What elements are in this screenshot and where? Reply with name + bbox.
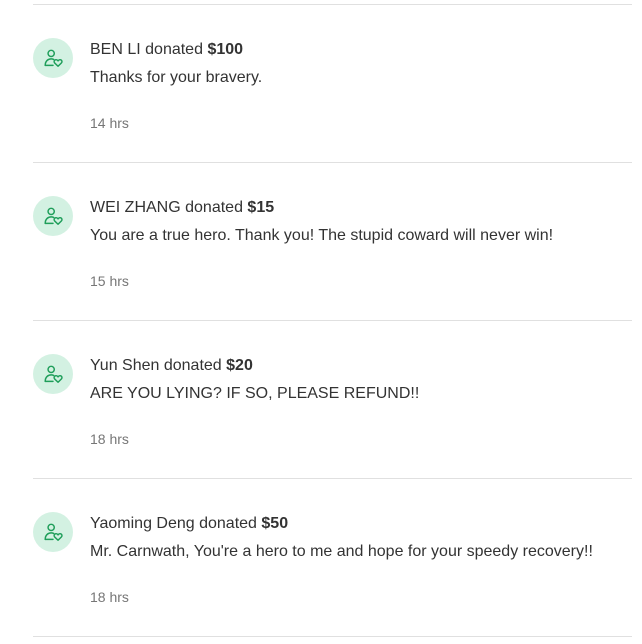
donor-avatar: [33, 512, 73, 552]
donated-verb: donated: [185, 199, 243, 216]
donation-message: Thanks for your bravery.: [90, 69, 263, 86]
donation-amount: $15: [247, 199, 275, 216]
donation-time: 18 hrs: [90, 431, 129, 447]
donation-headline: Yaoming Deng donated $50: [90, 514, 288, 534]
donor-avatar: [33, 196, 73, 236]
divider: [33, 636, 632, 637]
donation-amount: $100: [207, 41, 244, 58]
donated-verb: donated: [199, 515, 257, 532]
donation-headline: Yun Shen donated $20: [90, 356, 253, 376]
donation-time: 15 hrs: [90, 273, 129, 289]
donor-avatar: [33, 38, 73, 78]
donated-verb: donated: [145, 41, 203, 58]
donation-amount: $20: [226, 357, 253, 374]
donation-message: Mr. Carnwath, You're a hero to me and ho…: [90, 543, 593, 560]
donation-item: Yaoming Deng donated $50 Mr. Carnwath, Y…: [0, 478, 642, 636]
donation-amount: $50: [261, 515, 289, 532]
donation-headline: WEI ZHANG donated $15: [90, 198, 274, 218]
donation-time: 14 hrs: [90, 115, 129, 131]
donation-message: You are a true hero. Thank you! The stup…: [90, 227, 554, 244]
donor-name: WEI ZHANG: [90, 199, 181, 216]
donor-name: Yaoming Deng: [90, 515, 195, 532]
donations-feed: BEN LI donated $100 Thanks for your brav…: [0, 0, 642, 644]
donated-verb: donated: [163, 357, 222, 374]
user-heart-icon: [44, 523, 63, 541]
user-heart-icon: [44, 207, 63, 225]
donation-item: Yun Shen donated $20 ARE YOU LYING? IF S…: [0, 320, 642, 478]
donor-avatar: [33, 354, 73, 394]
user-heart-icon: [44, 365, 63, 383]
donation-message: ARE YOU LYING? IF SO, PLEASE REFUND!!: [90, 385, 420, 402]
donor-name: BEN LI: [90, 41, 141, 58]
donation-item: WEI ZHANG donated $15 You are a true her…: [0, 162, 642, 320]
donation-headline: BEN LI donated $100: [90, 40, 243, 60]
donation-time: 18 hrs: [90, 589, 129, 605]
donor-name: Yun Shen: [90, 357, 160, 374]
user-heart-icon: [44, 49, 63, 67]
donation-item: BEN LI donated $100 Thanks for your brav…: [0, 4, 642, 162]
